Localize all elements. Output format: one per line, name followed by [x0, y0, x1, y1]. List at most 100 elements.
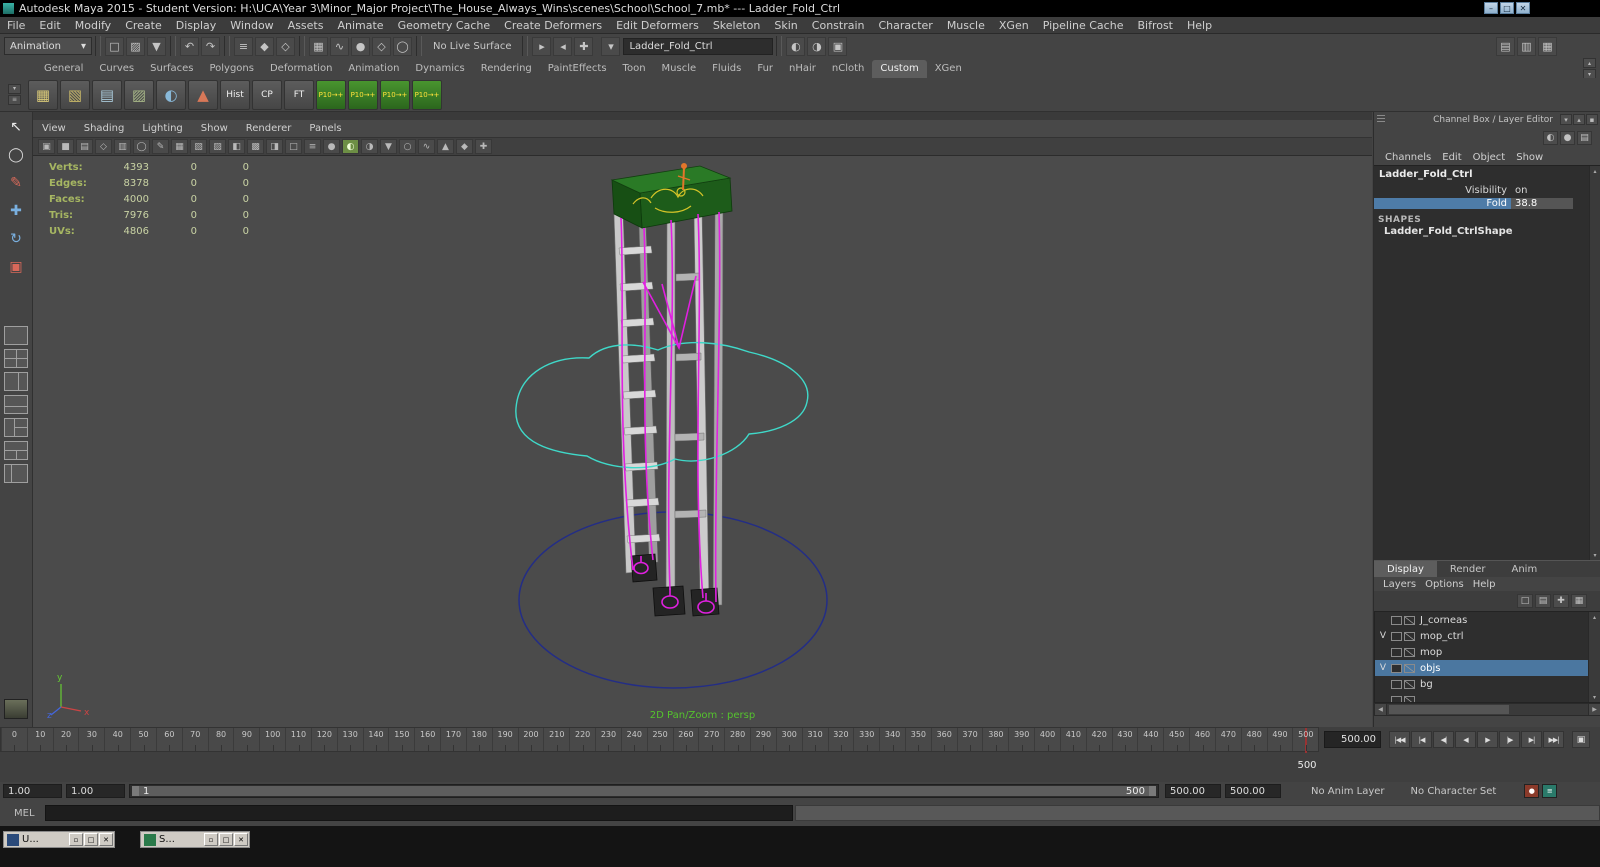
shelf-custom-script-button-4[interactable]: P10→+: [412, 79, 442, 110]
selection-name-field[interactable]: Ladder_Fold_Ctrl: [623, 37, 774, 55]
taskbar-window-1[interactable]: U... ▫ □ ✕: [3, 831, 115, 848]
make-live-icon[interactable]: ◯: [393, 36, 412, 56]
layout-two-v-button[interactable]: [4, 372, 28, 391]
manip-mode-icon[interactable]: ▤: [1577, 131, 1592, 145]
undo-icon[interactable]: ↶: [180, 36, 199, 56]
bookmarks-icon[interactable]: ◇: [95, 139, 112, 154]
layer-editor-tab-render[interactable]: Render: [1437, 561, 1499, 577]
range-end-handle[interactable]: [1149, 786, 1156, 796]
panel-drag-handle[interactable]: [1377, 115, 1385, 124]
layer-color-swatch[interactable]: [1404, 679, 1415, 689]
hscroll-thumb[interactable]: [1389, 705, 1509, 714]
layer-list-vscrollbar[interactable]: ▴ ▾: [1588, 612, 1600, 702]
layer-row-clipped[interactable]: [1375, 692, 1600, 702]
layer-color-swatch[interactable]: [1404, 647, 1415, 657]
current-time-field[interactable]: 500.00: [1324, 731, 1381, 748]
shelf-tab-rendering[interactable]: Rendering: [473, 60, 540, 78]
resolution-gate-icon[interactable]: ▨: [209, 139, 226, 154]
layer-editor-menu-layers[interactable]: Layers: [1383, 579, 1416, 590]
menu-display[interactable]: Display: [169, 17, 224, 34]
scroll-down-icon[interactable]: ▾: [1589, 692, 1600, 702]
layout-two-h-button[interactable]: [4, 395, 28, 414]
scroll-up-icon[interactable]: ▴: [1590, 166, 1600, 176]
animation-preferences-button[interactable]: ▣: [1572, 731, 1590, 748]
shelf-poly-cube-icon[interactable]: ▧: [60, 79, 90, 110]
wireframe-icon[interactable]: ≡: [304, 139, 321, 154]
shelf-tab-ncloth[interactable]: nCloth: [824, 60, 872, 78]
snap-to-grid-icon[interactable]: ▦: [309, 36, 328, 56]
safe-action-icon[interactable]: ◨: [266, 139, 283, 154]
lasso-select-tool[interactable]: ◯: [3, 142, 29, 168]
rotate-tool[interactable]: ↻: [3, 226, 29, 252]
layer-color-swatch[interactable]: [1404, 615, 1415, 625]
field-chart-icon[interactable]: ▩: [247, 139, 264, 154]
layer-type-box[interactable]: [1391, 679, 1402, 689]
layer-stack-icon[interactable]: ▤: [1535, 594, 1551, 608]
menu-xgen[interactable]: XGen: [992, 17, 1036, 34]
shelf-scroll-up-icon[interactable]: ▴: [1583, 58, 1596, 68]
scroll-up-icon[interactable]: ▴: [1589, 612, 1600, 622]
shelf-ft-button[interactable]: FT: [284, 79, 314, 110]
shape-node-name[interactable]: Ladder_Fold_CtrlShape: [1374, 226, 1600, 237]
menu-skeleton[interactable]: Skeleton: [706, 17, 768, 34]
step-forward-key-button[interactable]: |▶: [1499, 731, 1520, 748]
shelf-lattice-icon[interactable]: ▤: [92, 79, 122, 110]
shelf-tab-curves[interactable]: Curves: [91, 60, 142, 78]
paint-select-tool[interactable]: ✎: [3, 170, 29, 196]
channel-value[interactable]: on: [1511, 185, 1573, 196]
layer-row-bg[interactable]: bg: [1375, 676, 1600, 692]
channel-box-menu-show[interactable]: Show: [1516, 152, 1543, 163]
layout-outliner-button[interactable]: [4, 464, 28, 483]
menu-file[interactable]: File: [0, 17, 32, 34]
viewport-menu-renderer[interactable]: Renderer: [237, 123, 301, 134]
scroll-right-icon[interactable]: ▶: [1588, 704, 1600, 715]
command-line-input[interactable]: [44, 805, 793, 821]
layer-color-swatch[interactable]: [1404, 695, 1415, 702]
layer-row-j-corneas[interactable]: J_corneas: [1375, 612, 1600, 628]
menu-modify[interactable]: Modify: [68, 17, 118, 34]
animation-start-field[interactable]: 1.00: [3, 784, 62, 798]
motion-blur-icon[interactable]: ∿: [418, 139, 435, 154]
time-slider[interactable]: 0 10 20 30 40 50 60 70 80 90 100 110 120 130 140 150 160…: [0, 727, 1319, 753]
grease-pencil-icon[interactable]: ✎: [152, 139, 169, 154]
menu-set-selector[interactable]: Animation ▾: [4, 37, 92, 55]
shelf-cp-button[interactable]: CP: [252, 79, 282, 110]
select-tool[interactable]: ↖: [3, 114, 29, 140]
menu-muscle[interactable]: Muscle: [940, 17, 992, 34]
occlusion-icon[interactable]: ○: [399, 139, 416, 154]
channel-fold[interactable]: Fold 38.8: [1374, 197, 1600, 210]
xray-icon[interactable]: ✚: [475, 139, 492, 154]
layer-row-objs[interactable]: Vobjs: [1375, 660, 1600, 676]
layer-type-box[interactable]: [1391, 647, 1402, 657]
shelf-custom-script-button-3[interactable]: P10→+: [380, 79, 410, 110]
close-button[interactable]: ✕: [99, 833, 113, 846]
menu-create-deformers[interactable]: Create Deformers: [497, 17, 609, 34]
shelf-tab-painteffects[interactable]: PaintEffects: [540, 60, 615, 78]
playback-end-field[interactable]: 500.00: [1165, 784, 1221, 798]
range-start-handle[interactable]: [132, 786, 139, 796]
select-object-icon[interactable]: ◆: [255, 36, 274, 56]
layout-single-button[interactable]: [4, 326, 28, 345]
shelf-tab-deformation[interactable]: Deformation: [262, 60, 340, 78]
isolate-select-icon[interactable]: ◆: [456, 139, 473, 154]
layer-row-mop[interactable]: mop: [1375, 644, 1600, 660]
open-scene-icon[interactable]: ▨: [126, 36, 145, 56]
layout-three-l-button[interactable]: [4, 418, 28, 437]
select-component-icon[interactable]: ◇: [276, 36, 295, 56]
scroll-down-icon[interactable]: ▾: [1590, 550, 1600, 560]
attribute-editor-toggle-icon[interactable]: ▤: [1496, 36, 1515, 56]
menu-constrain[interactable]: Constrain: [805, 17, 872, 34]
textured-mode-icon[interactable]: ◐: [342, 139, 359, 154]
shelf-tab-xgen[interactable]: XGen: [927, 60, 970, 78]
snap-to-point-icon[interactable]: ●: [351, 36, 370, 56]
select-camera-icon[interactable]: ▣: [38, 139, 55, 154]
scale-tool[interactable]: ▣: [3, 254, 29, 280]
layer-row-mop-ctrl[interactable]: Vmop_ctrl: [1375, 628, 1600, 644]
shelf-tab-nhair[interactable]: nHair: [781, 60, 824, 78]
close-button[interactable]: ✕: [1516, 2, 1530, 14]
ipr-render-icon[interactable]: ◑: [807, 36, 827, 56]
menu-bifrost[interactable]: Bifrost: [1130, 17, 1180, 34]
step-back-key-button[interactable]: ◀|: [1433, 731, 1454, 748]
layout-four-button[interactable]: [4, 349, 28, 368]
multisample-icon[interactable]: ▲: [437, 139, 454, 154]
